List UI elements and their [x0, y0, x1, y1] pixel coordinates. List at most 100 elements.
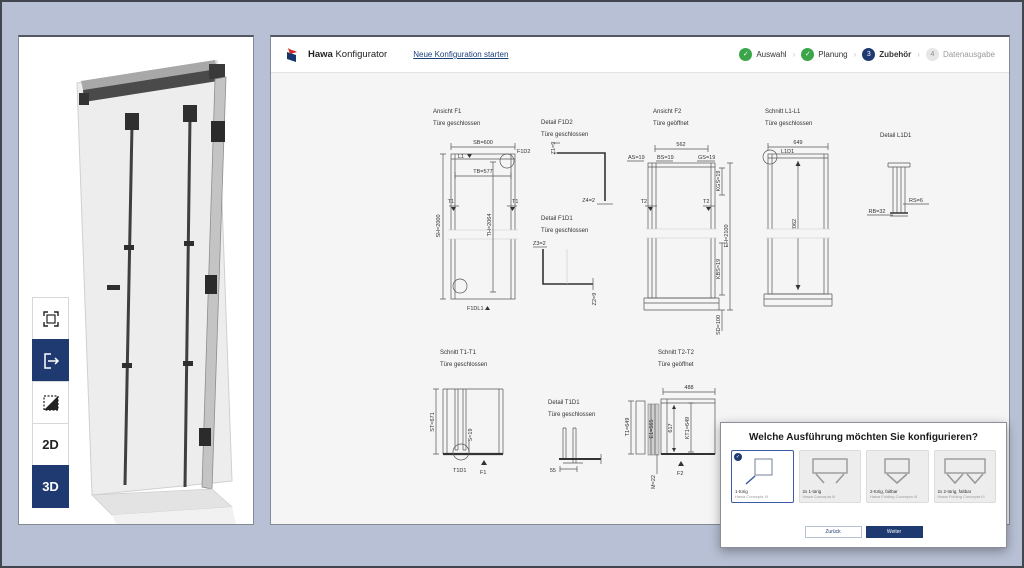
dim-label: M=22 [651, 475, 657, 489]
dim-label: SD=100 [716, 315, 722, 335]
hawa-logo-icon [287, 47, 297, 62]
contrast-button[interactable] [32, 381, 69, 424]
dialog-options: ✓ 1-türig Hawa Concepta III 2x 1-türig H… [721, 450, 1006, 503]
dim-label: RS=6 [909, 198, 923, 204]
check-icon: ✓ [739, 48, 753, 61]
app-screen: 2D 3D Hawa Konfigurator Neue Konfigurati… [0, 0, 1024, 568]
dim-label: KBS=19 [716, 259, 722, 279]
option-sublabel: Hawa Folding Concepta III [870, 494, 918, 499]
step-label: Planung [818, 50, 848, 59]
brand-bold: Hawa [308, 49, 333, 60]
configuration-dialog: Welche Ausführung möchten Sie konfigurie… [720, 422, 1007, 548]
drawing-ansicht-f1: Ansicht F1 Türe geschlossen SB=600 L1 F1… [433, 109, 530, 312]
drawing-subtitle: Türe geschlossen [440, 362, 487, 368]
step-label: Datenausgabe [942, 50, 995, 59]
step-datenausgabe[interactable]: 4 Datenausgabe [925, 48, 995, 61]
dim-label: SB=600 [473, 140, 493, 146]
option-texts: 2x 2-türig, faltbar Hawa Folding Concept… [935, 489, 996, 502]
dim-label: 55 [550, 468, 556, 474]
drawing-subtitle: Türe geöffnet [658, 362, 694, 368]
dim-label: T2 [641, 199, 647, 205]
view-3d-button[interactable]: 3D [32, 465, 69, 508]
dim-label: GS=19 [698, 155, 715, 161]
drawing-title: Detail F1D1 [541, 216, 573, 222]
dim-label: TB=577 [473, 169, 492, 175]
dim-label: T2 [703, 199, 709, 205]
option-1-tuerig[interactable]: ✓ 1-türig Hawa Concepta III [731, 450, 794, 503]
step-label: Auswahl [756, 50, 787, 59]
drawing-title: Ansicht F1 [433, 109, 462, 115]
drawing-title: Detail F1D2 [541, 120, 573, 126]
viewer-toolbar: 2D 3D [32, 297, 69, 508]
dim-label: S=19 [468, 429, 474, 442]
dim-label: T1=649 [625, 418, 631, 437]
drawing-subtitle: Türe geschlossen [765, 121, 812, 127]
dim-label: BS=19 [657, 155, 674, 161]
door-single-icon [745, 458, 773, 485]
option-sublabel: Hawa Folding Concepta III [937, 494, 985, 499]
back-button[interactable]: Zurück [804, 526, 862, 538]
dim-label: T1 [512, 199, 518, 205]
detail-marker-label: F1D2 [517, 149, 530, 155]
dim-label: F1 [480, 470, 486, 476]
dialog-footer: Zurück Weiter [721, 526, 1006, 547]
drawing-title: Detail T1D1 [548, 400, 580, 406]
selected-check-icon: ✓ [734, 453, 742, 461]
contrast-icon [42, 394, 59, 411]
brand-rest: Konfigurator [332, 49, 388, 60]
dim-label: KT1=649 [685, 417, 691, 439]
drawing-ansicht-f2: Ansicht F2 Türe geöffnet 562 AS=19 BS=19… [627, 109, 733, 335]
dim-label: RB=32 [869, 209, 886, 215]
drawing-subtitle: Türe geschlossen [541, 228, 588, 234]
drawing-detail-l1d1: Detail L1D1 RS=6 RB=32 [867, 133, 929, 217]
step-auswahl[interactable]: ✓ Auswahl [739, 48, 787, 61]
option-2x-1-tuerig[interactable]: 2x 1-türig Hawa Concepta III [798, 450, 861, 503]
brand: Hawa Konfigurator [285, 47, 387, 63]
door-double-folding-icon [944, 458, 986, 485]
dim-label: L1 [458, 154, 464, 160]
hinge-bottom [199, 428, 211, 446]
drawing-title: Detail L1D1 [880, 133, 912, 139]
dim-label: E1=565 [649, 419, 655, 438]
option-2x-2-tuerig-faltbar[interactable]: 2x 2-türig, faltbar Hawa Folding Concept… [933, 450, 996, 503]
drawing-detail-t1d1: Detail T1D1 Türe geschlossen 55 [548, 400, 602, 474]
dim-label: T1 [448, 199, 454, 205]
door-double-icon [812, 458, 848, 484]
drawing-subtitle: Türe geschlossen [433, 121, 480, 127]
fit-to-screen-button[interactable] [32, 297, 69, 340]
dim-label: 617 [668, 423, 674, 432]
view-2d-button[interactable]: 2D [32, 423, 69, 466]
dim-label: Z4=2 [582, 198, 595, 204]
app-header: Hawa Konfigurator Neue Konfiguration sta… [271, 37, 1009, 73]
export-view-button[interactable] [32, 339, 69, 382]
brand-title: Hawa Konfigurator [308, 49, 387, 60]
drawing-subtitle: Türe geschlossen [548, 412, 595, 418]
step-planung[interactable]: ✓ Planung [801, 48, 848, 61]
option-sublabel: Hawa Concepta III [735, 494, 768, 499]
chevron-right-icon: › [792, 50, 796, 59]
dim-label: AS=19 [628, 155, 645, 161]
drawing-subtitle: Türe geschlossen [541, 132, 588, 138]
drawing-schnitt-t1: Schnitt T1-T1 Türe geschlossen ST=671 S=… [430, 350, 504, 476]
step-number: 4 [925, 48, 939, 61]
hinge-top [211, 121, 225, 142]
detail-marker-label: F1DL1 [467, 306, 484, 312]
detail-marker-label: L1D1 [781, 149, 794, 155]
dim-label: 488 [684, 385, 693, 391]
door-folding-icon [884, 458, 910, 485]
stepper: ✓ Auswahl › ✓ Planung › 3 Zubehör › 4 Da… [739, 48, 995, 61]
dim-label: 649 [793, 140, 802, 146]
step-number: 3 [862, 48, 876, 61]
dim-label: TH=2064 [487, 214, 493, 237]
new-configuration-link[interactable]: Neue Konfiguration starten [413, 50, 508, 59]
dim-label: Z1=9 [551, 142, 557, 155]
drawing-schnitt-l1: Schnitt L1-L1 Türe geschlossen 649 L1D1 … [762, 109, 833, 307]
option-sublabel: Hawa Concepta III [802, 494, 836, 499]
drawing-detail-f1d1: Detail F1D1 Türe geschlossen Z3=2 Z2=9 [533, 216, 598, 305]
next-button[interactable]: Weiter [865, 526, 923, 538]
dim-label: EH=2100 [724, 224, 730, 247]
drawing-schnitt-t2: Schnitt T2-T2 Türe geöffnet 488 T1=649 E… [625, 350, 716, 489]
step-zubehoer[interactable]: 3 Zubehör [862, 48, 911, 61]
option-2-tuerig-faltbar[interactable]: 2-türig, faltbar Hawa Folding Concepta I… [866, 450, 929, 503]
dim-label: Z3=2 [533, 241, 546, 247]
